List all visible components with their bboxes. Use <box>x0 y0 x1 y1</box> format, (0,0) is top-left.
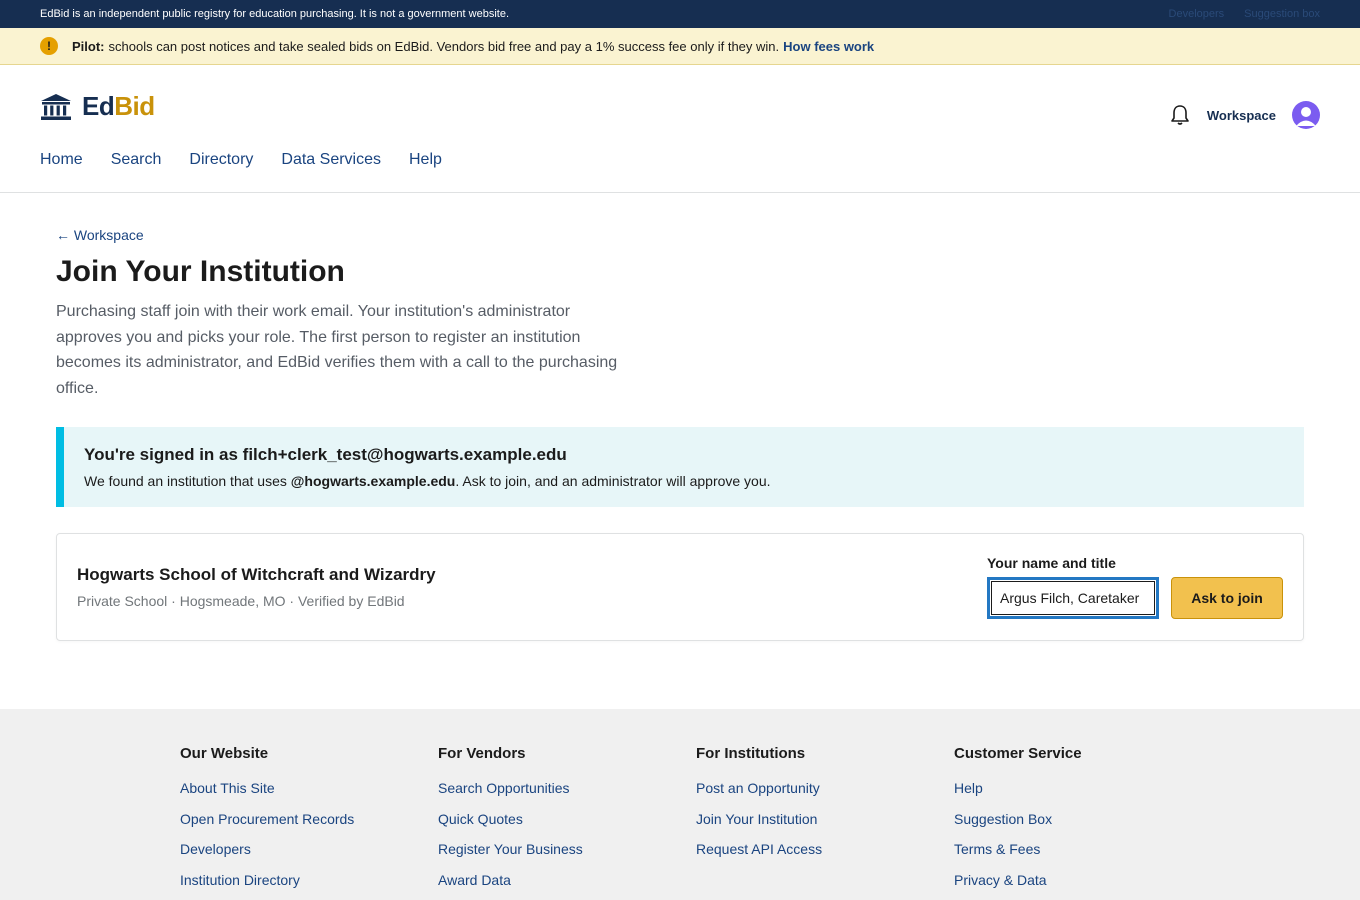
logo[interactable]: EdBid <box>40 91 155 122</box>
footer-column-for-vendors: For Vendors Search Opportunities Quick Q… <box>438 745 696 900</box>
name-title-label: Your name and title <box>987 555 1116 571</box>
footer-link[interactable]: Register Your Business <box>438 841 696 872</box>
footer-link[interactable]: Privacy & Data <box>954 872 1212 900</box>
banner-links: Developers Suggestion box <box>1169 8 1320 20</box>
footer-heading: Customer Service <box>954 745 1082 762</box>
top-banner: EdBid is an independent public registry … <box>0 0 1360 28</box>
banner-link-suggestion-box[interactable]: Suggestion box <box>1244 8 1320 20</box>
name-title-field-wrap: Your name and title <box>987 555 1159 619</box>
bank-icon <box>41 93 71 120</box>
nav-help[interactable]: Help <box>409 151 442 169</box>
footer-link[interactable]: Join Your Institution <box>696 811 954 842</box>
footer-link[interactable]: Help <box>954 780 1212 811</box>
logo-ed: Ed <box>82 91 115 121</box>
logo-bid: Bid <box>114 91 155 121</box>
warning-icon: ! <box>40 37 58 55</box>
back-to-workspace-link[interactable]: ← Workspace <box>56 227 144 243</box>
footer-link[interactable]: About This Site <box>180 780 438 811</box>
footer-link[interactable]: Suggestion Box <box>954 811 1212 842</box>
institution-meta: Private School · Hogsmeade, MO · Verifie… <box>77 593 405 609</box>
footer-link[interactable]: Open Procurement Records <box>180 811 438 842</box>
footer-heading: For Vendors <box>438 745 526 762</box>
footer-columns: Our Website About This Site Open Procure… <box>180 745 1212 900</box>
institution-card: Hogwarts School of Witchcraft and Wizard… <box>56 533 1304 641</box>
footer-column-our-website: Our Website About This Site Open Procure… <box>180 745 438 900</box>
signed-in-alert: You're signed in as filch+clerk_test@hog… <box>56 427 1304 507</box>
main-nav: Home Search Directory Data Services Help <box>40 151 442 169</box>
alert-body-pre: We found an institution that uses <box>84 473 291 489</box>
avatar[interactable] <box>1292 101 1320 129</box>
footer-link[interactable]: Award Data <box>438 872 696 900</box>
footer-link[interactable]: Request API Access <box>696 841 954 872</box>
alert-heading: You're signed in as filch+clerk_test@hog… <box>84 445 567 464</box>
footer-link[interactable]: Developers <box>180 841 438 872</box>
site-footer: Our Website About This Site Open Procure… <box>0 709 1360 900</box>
banner-notice: EdBid is an independent public registry … <box>40 8 509 20</box>
institution-name: Hogwarts School of Witchcraft and Wizard… <box>77 565 436 584</box>
footer-column-for-institutions: For Institutions Post an Opportunity Joi… <box>696 745 954 900</box>
header-actions: Workspace <box>1169 101 1320 129</box>
footer-link[interactable]: Institution Directory <box>180 872 438 900</box>
main-content: ← Workspace Join Your Institution Purcha… <box>0 193 1360 709</box>
site-header: EdBid Workspace Home Search Directory Da… <box>0 65 1360 193</box>
footer-link[interactable]: Search Opportunities <box>438 780 696 811</box>
footer-link[interactable]: Terms & Fees <box>954 841 1212 872</box>
nav-search[interactable]: Search <box>111 151 162 169</box>
nav-directory[interactable]: Directory <box>189 151 253 169</box>
join-form: Your name and title Ask to join <box>987 555 1283 619</box>
pilot-label: Pilot: <box>72 38 105 54</box>
institution-info: Hogwarts School of Witchcraft and Wizard… <box>77 565 436 609</box>
alert-body: We found an institution that uses @hogwa… <box>84 473 1284 489</box>
ask-to-join-button[interactable]: Ask to join <box>1171 577 1283 619</box>
footer-heading: Our Website <box>180 745 269 762</box>
page-title: Join Your Institution <box>56 255 345 288</box>
banner-link-developers[interactable]: Developers <box>1169 8 1225 20</box>
footer-column-customer-service: Customer Service Help Suggestion Box Ter… <box>954 745 1212 900</box>
alert-domain: @hogwarts.example.edu <box>290 473 456 489</box>
pilot-text: schools can post notices and take sealed… <box>108 38 780 54</box>
name-title-input[interactable] <box>987 577 1159 619</box>
workspace-link[interactable]: Workspace <box>1207 108 1276 123</box>
nav-home[interactable]: Home <box>40 151 83 169</box>
alert-body-post: . Ask to join, and an administrator will… <box>455 473 771 489</box>
intro-text: Purchasing staff join with their work em… <box>56 303 618 397</box>
how-fees-work-link[interactable]: How fees work <box>783 39 874 54</box>
bell-icon[interactable] <box>1169 104 1191 126</box>
footer-link[interactable]: Post an Opportunity <box>696 780 954 811</box>
pilot-notice: ! Pilot: schools can post notices and ta… <box>0 28 1360 65</box>
footer-link[interactable]: Quick Quotes <box>438 811 696 842</box>
user-icon <box>1296 107 1316 126</box>
logo-wordmark: EdBid <box>82 91 155 122</box>
nav-data-services[interactable]: Data Services <box>281 151 381 169</box>
footer-heading: For Institutions <box>696 745 806 762</box>
